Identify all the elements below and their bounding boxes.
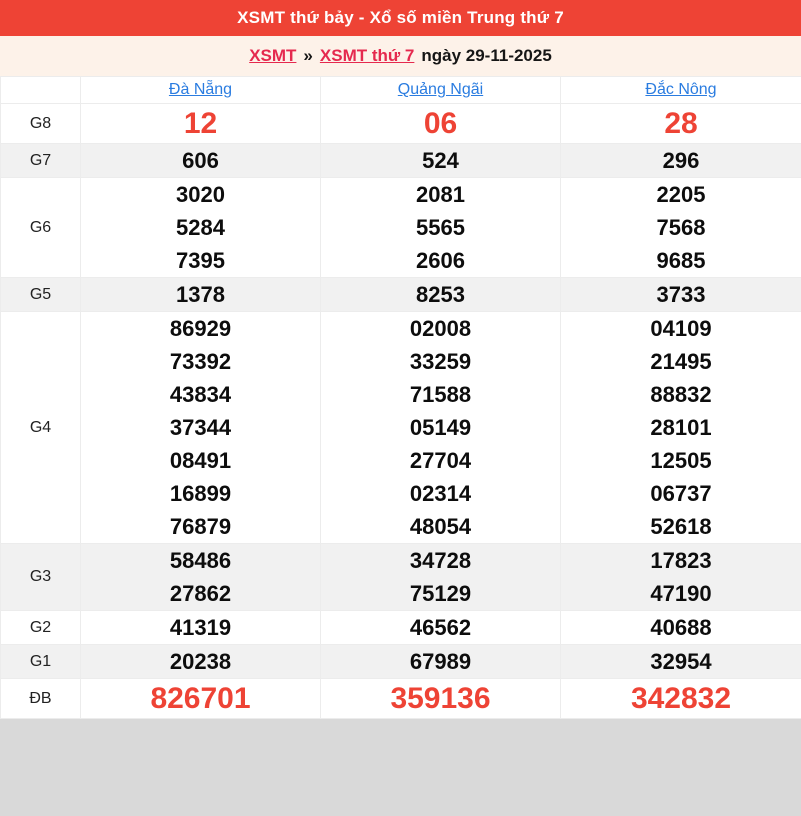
prize-value: 37344 xyxy=(81,411,320,444)
prize-value: 47190 xyxy=(561,577,801,610)
table-row: G7 606 524 296 xyxy=(1,144,801,178)
prize-label-g4: G4 xyxy=(1,312,81,544)
table-row: G2 41319 46562 40688 xyxy=(1,611,801,645)
prize-value: 7568 xyxy=(561,211,801,244)
prize-value: 8253 xyxy=(321,278,560,311)
prize-value: 88832 xyxy=(561,378,801,411)
prize-value: 5284 xyxy=(81,211,320,244)
prize-label-g2: G2 xyxy=(1,611,81,645)
station-link-da-nang[interactable]: Đà Nẵng xyxy=(169,81,232,98)
table-row: ĐB 826701 359136 342832 xyxy=(1,679,801,719)
table-row: G6 3020 5284 7395 2081 5565 2606 2205 75… xyxy=(1,178,801,278)
table-row: G4 86929 73392 43834 37344 08491 16899 7… xyxy=(1,312,801,544)
prize-value: 41319 xyxy=(81,611,320,644)
prize-value: 5565 xyxy=(321,211,560,244)
prize-value: 28 xyxy=(561,104,801,143)
prize-value: 04109 xyxy=(561,312,801,345)
prize-value: 34728 xyxy=(321,544,560,577)
prize-value: 1378 xyxy=(81,278,320,311)
breadcrumb-date-text: ngày 29-11-2025 xyxy=(421,46,551,66)
prize-value: 7395 xyxy=(81,244,320,277)
prize-label-g3: G3 xyxy=(1,544,81,611)
lottery-results-page: XSMT thứ bảy - Xổ số miền Trung thứ 7 XS… xyxy=(0,0,801,719)
prize-value: 17823 xyxy=(561,544,801,577)
prize-value: 33259 xyxy=(321,345,560,378)
prize-value: 75129 xyxy=(321,577,560,610)
breadcrumb-separator: » xyxy=(303,46,312,66)
prize-value: 359136 xyxy=(321,679,560,718)
results-table: Đà Nẵng Quảng Ngãi Đắc Nông G8 12 06 28 … xyxy=(0,76,801,719)
prize-value: 06737 xyxy=(561,477,801,510)
breadcrumb-link-xsmt-thu-7[interactable]: XSMT thứ 7 xyxy=(320,46,414,66)
prize-value: 21495 xyxy=(561,345,801,378)
prize-value: 08491 xyxy=(81,444,320,477)
title-bar: XSMT thứ bảy - Xổ số miền Trung thứ 7 xyxy=(0,0,801,36)
station-link-dac-nong[interactable]: Đắc Nông xyxy=(645,81,716,98)
prize-value: 12505 xyxy=(561,444,801,477)
prize-value: 76879 xyxy=(81,510,320,543)
prize-value: 86929 xyxy=(81,312,320,345)
table-row: G5 1378 8253 3733 xyxy=(1,278,801,312)
prize-value: 3733 xyxy=(561,278,801,311)
prize-value: 342832 xyxy=(561,679,801,718)
prize-value: 46562 xyxy=(321,611,560,644)
prize-label-g5: G5 xyxy=(1,278,81,312)
prize-value: 32954 xyxy=(561,645,801,678)
breadcrumb-link-xsmt[interactable]: XSMT xyxy=(249,46,296,66)
prize-label-g7: G7 xyxy=(1,144,81,178)
table-row: G8 12 06 28 xyxy=(1,104,801,144)
prize-value: 27862 xyxy=(81,577,320,610)
prize-label-db: ĐB xyxy=(1,679,81,719)
prize-value: 05149 xyxy=(321,411,560,444)
prize-value: 52618 xyxy=(561,510,801,543)
table-row: G3 58486 27862 34728 75129 17823 47190 xyxy=(1,544,801,611)
table-row: G1 20238 67989 32954 xyxy=(1,645,801,679)
prize-value: 606 xyxy=(81,144,320,177)
prize-value: 2081 xyxy=(321,178,560,211)
header-corner-cell xyxy=(1,77,81,104)
prize-value: 826701 xyxy=(81,679,320,718)
prize-label-g8: G8 xyxy=(1,104,81,144)
prize-value: 02008 xyxy=(321,312,560,345)
prize-value: 27704 xyxy=(321,444,560,477)
prize-value: 3020 xyxy=(81,178,320,211)
prize-value: 20238 xyxy=(81,645,320,678)
prize-value: 73392 xyxy=(81,345,320,378)
table-header-row: Đà Nẵng Quảng Ngãi Đắc Nông xyxy=(1,77,801,104)
prize-value: 16899 xyxy=(81,477,320,510)
breadcrumb: XSMT » XSMT thứ 7 ngày 29-11-2025 xyxy=(0,36,801,76)
prize-value: 524 xyxy=(321,144,560,177)
prize-value: 06 xyxy=(321,104,560,143)
page-title: XSMT thứ bảy - Xổ số miền Trung thứ 7 xyxy=(237,8,564,28)
station-link-quang-ngai[interactable]: Quảng Ngãi xyxy=(398,81,483,98)
prize-value: 12 xyxy=(81,104,320,143)
prize-value: 2606 xyxy=(321,244,560,277)
prize-label-g6: G6 xyxy=(1,178,81,278)
prize-value: 296 xyxy=(561,144,801,177)
prize-value: 48054 xyxy=(321,510,560,543)
prize-value: 67989 xyxy=(321,645,560,678)
prize-value: 02314 xyxy=(321,477,560,510)
prize-label-g1: G1 xyxy=(1,645,81,679)
prize-value: 9685 xyxy=(561,244,801,277)
prize-value: 71588 xyxy=(321,378,560,411)
prize-value: 2205 xyxy=(561,178,801,211)
prize-value: 58486 xyxy=(81,544,320,577)
prize-value: 28101 xyxy=(561,411,801,444)
prize-value: 43834 xyxy=(81,378,320,411)
prize-value: 40688 xyxy=(561,611,801,644)
